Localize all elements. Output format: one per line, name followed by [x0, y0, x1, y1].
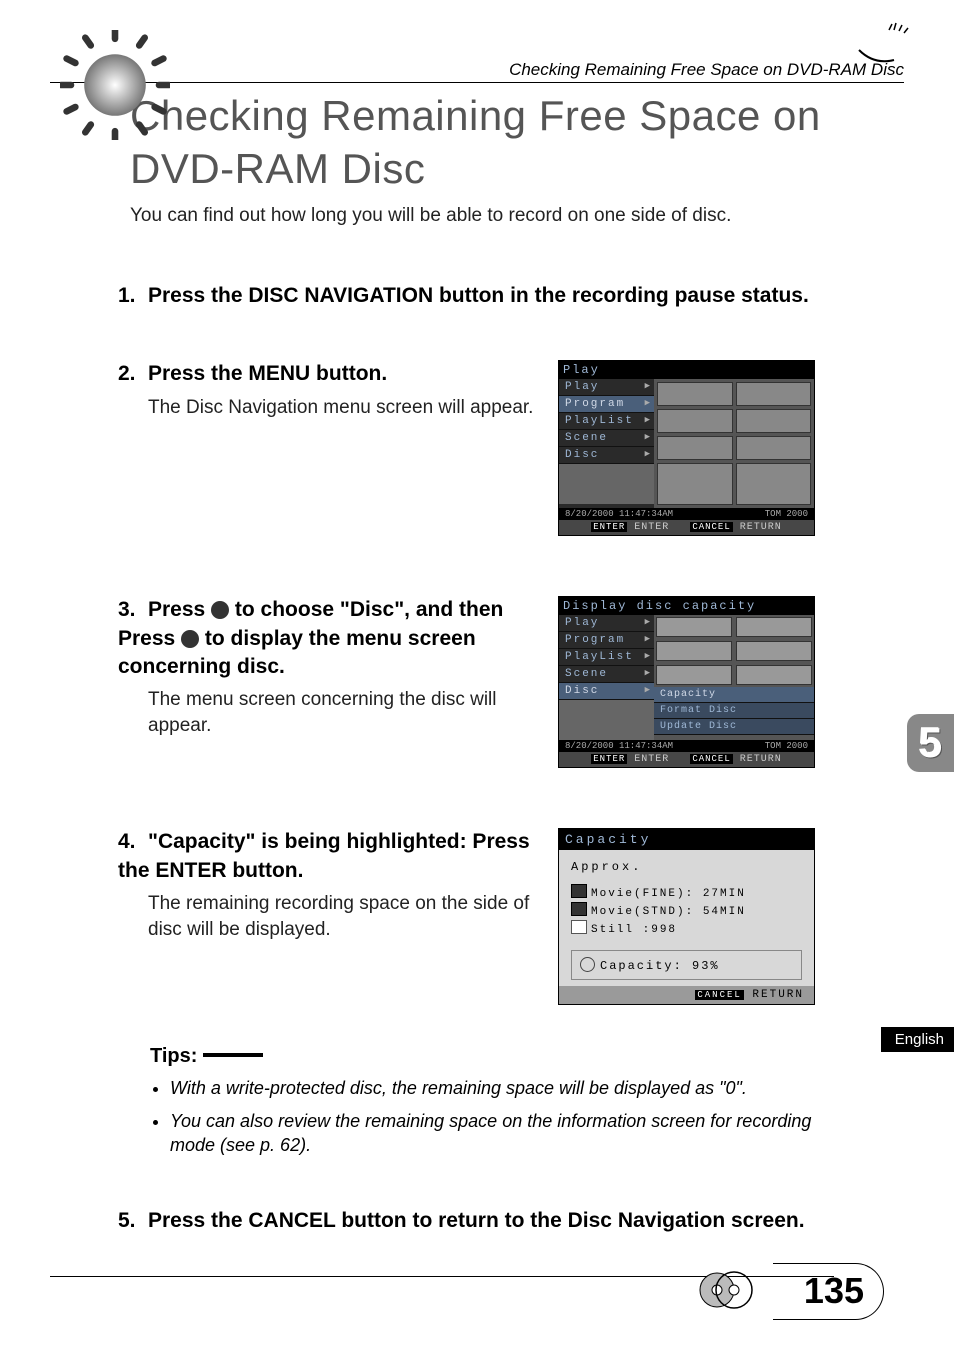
- figure-b-title: Display disc capacity: [559, 597, 814, 615]
- disc-icon: [580, 957, 595, 972]
- step-5-head-text: Press the CANCEL button to return to the…: [148, 1209, 805, 1232]
- joystick-icon: [181, 630, 199, 648]
- step-3-heading: 3.Press to choose "Disc", and then Press…: [118, 596, 538, 681]
- step-3-body: The menu screen concerning the disc will…: [148, 687, 538, 738]
- figure-b-status: 8/20/2000 11:47:34AMTOM 2000: [559, 740, 814, 752]
- figure-disc-capacity-menu: Display disc capacity Play▶ Program▶ Pla…: [558, 596, 815, 768]
- figure-b-footer: ENTER ENTER CANCEL RETURN: [559, 752, 814, 767]
- menu-item: Play▶: [559, 379, 654, 396]
- menu-item: Scene▶: [559, 430, 654, 447]
- step-4-body: The remaining recording space on the sid…: [148, 891, 538, 942]
- menu-item: Scene▶: [559, 666, 654, 683]
- footer-disc-icon: [699, 1270, 759, 1310]
- menu-item: PlayList▶: [559, 413, 654, 430]
- menu-item: PlayList▶: [559, 649, 654, 666]
- page-number: 135: [804, 1270, 864, 1312]
- step-3-text-a: Press: [148, 598, 211, 621]
- submenu-item: Capacity: [654, 687, 814, 703]
- joystick-icon: [211, 601, 229, 619]
- menu-item: Disc▶: [559, 683, 654, 700]
- figure-a-footer: ENTER ENTER CANCEL RETURN: [559, 520, 814, 535]
- menu-item: Disc▶: [559, 447, 654, 464]
- menu-item: Program▶: [559, 632, 654, 649]
- tip-item: You can also review the remaining space …: [170, 1109, 850, 1158]
- figure-b-menu: Play▶ Program▶ PlayList▶ Scene▶ Disc▶: [559, 615, 654, 740]
- section-sun-icon: [60, 30, 170, 140]
- chapter-tab: 5: [907, 714, 954, 772]
- step-2-body: The Disc Navigation menu screen will app…: [148, 395, 538, 421]
- figure-play-menu: Play Play▶ Program▶ PlayList▶ Scene▶ Dis…: [558, 360, 815, 536]
- capacity-approx-label: Approx.: [571, 860, 802, 874]
- submenu-item: Format Disc: [654, 703, 814, 719]
- capacity-line: Movie(STND): 54MIN: [571, 902, 802, 918]
- step-5-heading: 5.Press the CANCEL button to return to t…: [118, 1207, 838, 1235]
- capacity-line: Still :998: [571, 920, 802, 936]
- figure-a-menu: Play▶ Program▶ PlayList▶ Scene▶ Disc▶: [559, 379, 654, 508]
- capacity-value-box: Capacity: 93%: [571, 950, 802, 980]
- movie-icon: [571, 884, 587, 898]
- menu-item: Play▶: [559, 615, 654, 632]
- movie-icon: [571, 902, 587, 916]
- figure-a-title: Play: [559, 361, 814, 379]
- figure-c-footer: CANCEL RETURN: [559, 986, 814, 1004]
- figure-c-title: Capacity: [559, 829, 814, 850]
- figure-a-thumbnails: [654, 379, 814, 508]
- step-4-head-text: "Capacity" is being highlighted: Press t…: [118, 830, 530, 881]
- submenu-item: Update Disc: [654, 719, 814, 735]
- step-1-heading: 1.Press the DISC NAVIGATION button in th…: [118, 282, 838, 310]
- language-tab: English: [881, 1027, 954, 1052]
- header-breadcrumb: Checking Remaining Free Space on DVD-RAM…: [50, 60, 904, 83]
- menu-item: Program▶: [559, 396, 654, 413]
- figure-b-submenu-area: Capacity Format Disc Update Disc: [654, 615, 814, 740]
- tips-heading: Tips:: [150, 1045, 850, 1068]
- tip-item: With a write-protected disc, the remaini…: [170, 1076, 850, 1100]
- capacity-line: Movie(FINE): 27MIN: [571, 884, 802, 900]
- step-2-heading: 2.Press the MENU button.: [118, 360, 538, 388]
- step-4-heading: 4."Capacity" is being highlighted: Press…: [118, 828, 538, 885]
- step-2-head-text: Press the MENU button.: [148, 362, 387, 385]
- figure-capacity-screen: Capacity Approx. Movie(FINE): 27MIN Movi…: [558, 828, 815, 1005]
- figure-a-status: 8/20/2000 11:47:34AMTOM 2000: [559, 508, 814, 520]
- intro-text: You can find out how long you will be ab…: [130, 205, 904, 227]
- tips-box: Tips: With a write-protected disc, the r…: [150, 1045, 850, 1157]
- step-1-head-text: Press the DISC NAVIGATION button in the …: [148, 284, 809, 307]
- still-icon: [571, 920, 587, 934]
- page-title: Checking Remaining Free Space on DVD-RAM…: [130, 90, 904, 195]
